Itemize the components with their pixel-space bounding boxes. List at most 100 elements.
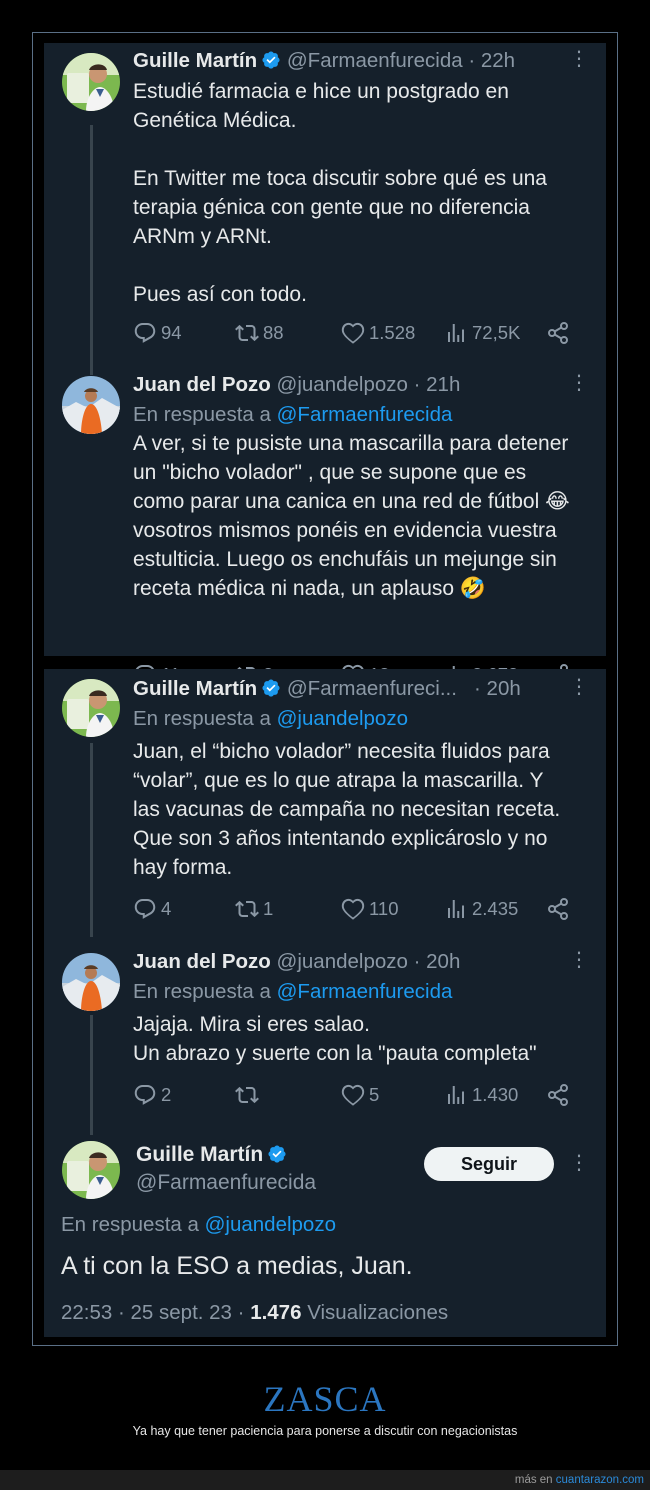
views-count: 2.435 [472, 898, 519, 919]
reply-count: 94 [161, 322, 182, 343]
avatar[interactable] [62, 679, 120, 737]
reply-button[interactable]: 94 [133, 321, 182, 345]
tweet-text: Estudié farmacia e hice un postgrado en … [133, 80, 547, 306]
tweet-header: Guille Martín @Farmaenfureci... · 20h [133, 675, 586, 703]
tweet-header: Juan del Pozo @juandelpozo · 20h [133, 948, 586, 976]
reply-prefix: En respuesta a [133, 403, 271, 426]
more-icon[interactable]: ⋮ [569, 373, 589, 393]
views-icon [444, 1083, 468, 1107]
retweet-icon [235, 1083, 259, 1107]
author-handle[interactable]: @Farmaenfurecida [287, 49, 463, 72]
tweet-text: Jajaja. Mira si eres salao. Un abrazo y … [133, 1013, 537, 1065]
views-icon [444, 321, 468, 345]
laughing-emoji-icon: 😂 [545, 490, 570, 513]
author-name[interactable]: Guille Martín [133, 677, 257, 700]
tweet-juan-2[interactable]: Juan del Pozo @juandelpozo · 20h ⋮ En re… [44, 948, 606, 1108]
tweet-actions: 4 1 110 2.435 [133, 897, 586, 923]
verified-badge-icon [261, 50, 281, 70]
tweet-thread-panel-1: Guille Martín @Farmaenfurecida · 22h ⋮ E… [44, 43, 606, 656]
tweet-header: Guille Martín @Farmaenfurecida [136, 1141, 316, 1197]
reply-button[interactable]: 4 [133, 897, 171, 921]
share-button[interactable] [546, 1083, 570, 1107]
tweet-header: Guille Martín @Farmaenfurecida · 22h [133, 47, 586, 75]
tweet-juan-1[interactable]: Juan del Pozo @juandelpozo · 21h ⋮ En re… [44, 371, 606, 651]
views-count: 72,5K [472, 322, 521, 343]
retweet-count: 88 [263, 322, 284, 343]
views-button[interactable]: 1.430 [444, 1083, 518, 1107]
reply-context: En respuesta a @Farmaenfurecida [133, 401, 452, 429]
author-name[interactable]: Guille Martín [133, 49, 257, 72]
like-button[interactable]: 5 [341, 1083, 379, 1107]
tweet-time[interactable]: · 21h [414, 373, 461, 396]
share-icon [546, 1083, 570, 1107]
tweet-timestamp[interactable]: 22:53 · 25 sept. 23 · [61, 1301, 244, 1324]
reply-context: En respuesta a @juandelpozo [133, 705, 408, 733]
rofl-emoji-icon: 🤣 [459, 577, 487, 600]
views-icon [444, 897, 468, 921]
views-count: 1.476 [250, 1301, 302, 1324]
author-name[interactable]: Juan del Pozo [133, 950, 271, 973]
avatar[interactable] [62, 53, 120, 111]
author-handle[interactable]: @Farmaenfurecida [136, 1171, 316, 1194]
retweet-button[interactable] [235, 1083, 263, 1107]
author-handle[interactable]: @juandelpozo [277, 373, 408, 396]
retweet-count: 1 [263, 898, 274, 919]
footer-prefix: más en [514, 1474, 553, 1486]
guille-avatar-image [62, 1141, 120, 1199]
follow-button[interactable]: Seguir [424, 1147, 554, 1181]
meme-title: ZASCA [263, 1379, 387, 1419]
tweet-guille-1[interactable]: Guille Martín @Farmaenfurecida · 22h ⋮ E… [44, 47, 606, 357]
reply-icon [133, 897, 157, 921]
reply-icon [133, 321, 157, 345]
views-button[interactable]: 2.435 [444, 897, 518, 921]
more-icon[interactable]: ⋮ [569, 950, 589, 970]
verified-badge-icon [261, 678, 281, 698]
retweet-icon [235, 897, 259, 921]
tweet-header: Juan del Pozo @juandelpozo · 21h [133, 371, 586, 399]
reply-handle-link[interactable]: @juandelpozo [205, 1213, 336, 1236]
like-button[interactable]: 1.528 [341, 321, 415, 345]
reply-prefix: En respuesta a [133, 980, 271, 1003]
tweet-actions: 94 88 1.528 72,5K [133, 321, 586, 347]
like-count: 110 [369, 898, 399, 919]
reply-handle-link[interactable]: @Farmaenfurecida [277, 403, 453, 426]
reply-count: 4 [161, 898, 172, 919]
tweet-thread-panel-2: Guille Martín @Farmaenfureci... · 20h ⋮ … [44, 669, 606, 1337]
reply-prefix: En respuesta a [133, 707, 271, 730]
author-handle[interactable]: @juandelpozo [277, 950, 408, 973]
footer-site-link[interactable]: cuantarazon.com [556, 1474, 644, 1486]
tweet-guille-2[interactable]: Guille Martín @Farmaenfureci... · 20h ⋮ … [44, 675, 606, 935]
like-button[interactable]: 110 [341, 897, 399, 921]
reply-icon [133, 1083, 157, 1107]
more-icon[interactable]: ⋮ [569, 1153, 589, 1173]
share-button[interactable] [546, 321, 570, 345]
views-button[interactable]: 72,5K [444, 321, 520, 345]
more-icon[interactable]: ⋮ [569, 677, 589, 697]
juan-avatar-image [62, 953, 120, 1011]
reply-handle-link[interactable]: @Farmaenfurecida [277, 980, 453, 1003]
more-icon[interactable]: ⋮ [569, 49, 589, 69]
retweet-button[interactable]: 1 [235, 897, 273, 921]
reply-context: En respuesta a @juandelpozo [61, 1211, 336, 1239]
tweet-text: Juan, el “bicho volador” necesita fluido… [133, 740, 561, 879]
tweet-time[interactable]: · 20h [414, 950, 461, 973]
avatar[interactable] [62, 376, 120, 434]
avatar[interactable] [62, 1141, 120, 1199]
tweet-time[interactable]: · 20h [474, 677, 521, 700]
share-icon [546, 321, 570, 345]
like-icon [341, 321, 365, 345]
share-button[interactable] [546, 897, 570, 921]
reply-count: 2 [161, 1084, 172, 1105]
views-label: Visualizaciones [307, 1301, 449, 1324]
retweet-icon [235, 321, 259, 345]
tweet-actions: 2 5 1.430 [133, 1083, 586, 1109]
author-handle[interactable]: @Farmaenfureci... [287, 677, 457, 700]
author-name[interactable]: Guille Martín [136, 1143, 263, 1166]
author-name[interactable]: Juan del Pozo [133, 373, 271, 396]
reply-handle-link[interactable]: @juandelpozo [277, 707, 408, 730]
tweet-time[interactable]: · 22h [468, 49, 515, 72]
reply-button[interactable]: 2 [133, 1083, 171, 1107]
juan-avatar-image [62, 376, 120, 434]
avatar[interactable] [62, 953, 120, 1011]
retweet-button[interactable]: 88 [235, 321, 284, 345]
